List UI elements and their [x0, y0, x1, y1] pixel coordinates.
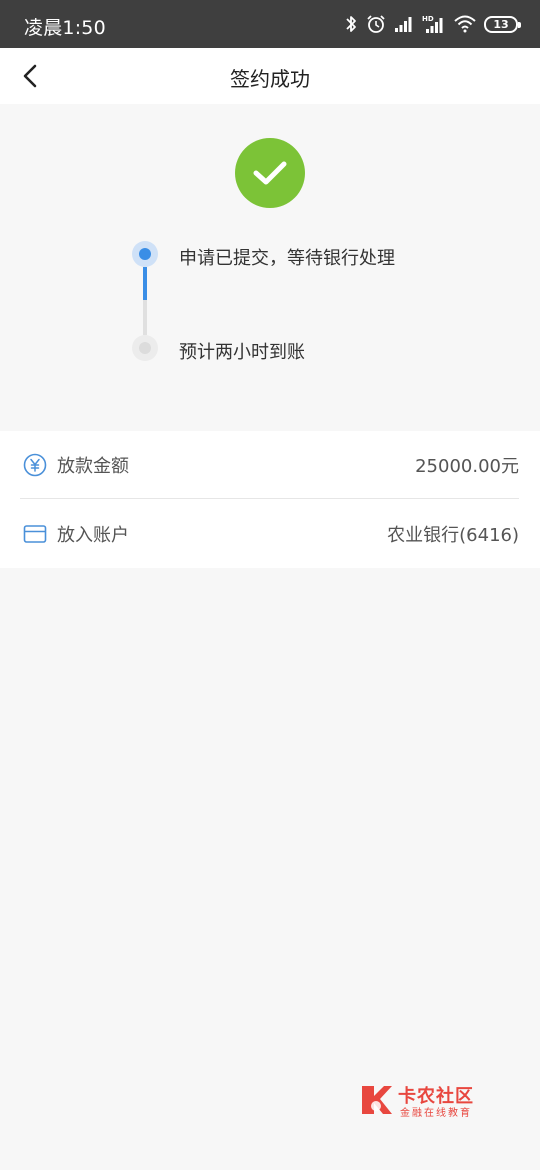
step-submitted-text: 申请已提交，等待银行处理 — [179, 248, 395, 269]
page-title: 签约成功 — [230, 67, 310, 91]
wifi-icon — [454, 15, 476, 33]
progress-section: 申请已提交，等待银行处理 预计两小时到账 — [0, 104, 540, 430]
alarm-icon — [367, 15, 385, 33]
battery-level: 13 — [493, 17, 509, 31]
battery-icon: 13 — [484, 15, 521, 33]
bluetooth-icon — [346, 16, 356, 32]
watermark-subtitle: 金融在线教育 — [400, 1108, 472, 1119]
account-value: 农业银行(6416) — [387, 525, 519, 546]
account-row: 放入账户 农业银行(6416) — [20, 500, 519, 568]
step-arrival-text: 预计两小时到账 — [179, 342, 305, 363]
amount-label: 放款金额 — [57, 455, 129, 477]
network-label: HD — [422, 15, 434, 23]
account-label: 放入账户 — [57, 525, 129, 546]
signal-hd-icon: HD — [422, 15, 443, 33]
step-pending-dot — [132, 335, 158, 361]
yuan-icon — [22, 452, 48, 478]
step-pending-line — [143, 300, 147, 335]
signal-icon — [395, 17, 412, 32]
step-progress-line — [143, 267, 147, 300]
navbar: 签约成功 — [0, 48, 540, 104]
amount-row: 放款金额 25000.00元 — [20, 431, 519, 499]
status-bar: 凌晨1:50 HD 13 — [0, 0, 540, 48]
loan-info-card: 放款金额 25000.00元 放入账户 农业银行(6416) — [0, 431, 540, 568]
amount-value: 25000.00元 — [415, 455, 519, 477]
status-icons: HD 13 — [344, 12, 521, 36]
card-icon — [22, 521, 48, 547]
watermark: 卡农社区 金融在线教育 — [358, 1080, 482, 1120]
status-time: 凌晨1:50 — [24, 17, 106, 39]
check-circle-icon — [235, 138, 305, 208]
watermark-logo-icon — [362, 1086, 392, 1114]
step-active-dot — [132, 241, 158, 267]
